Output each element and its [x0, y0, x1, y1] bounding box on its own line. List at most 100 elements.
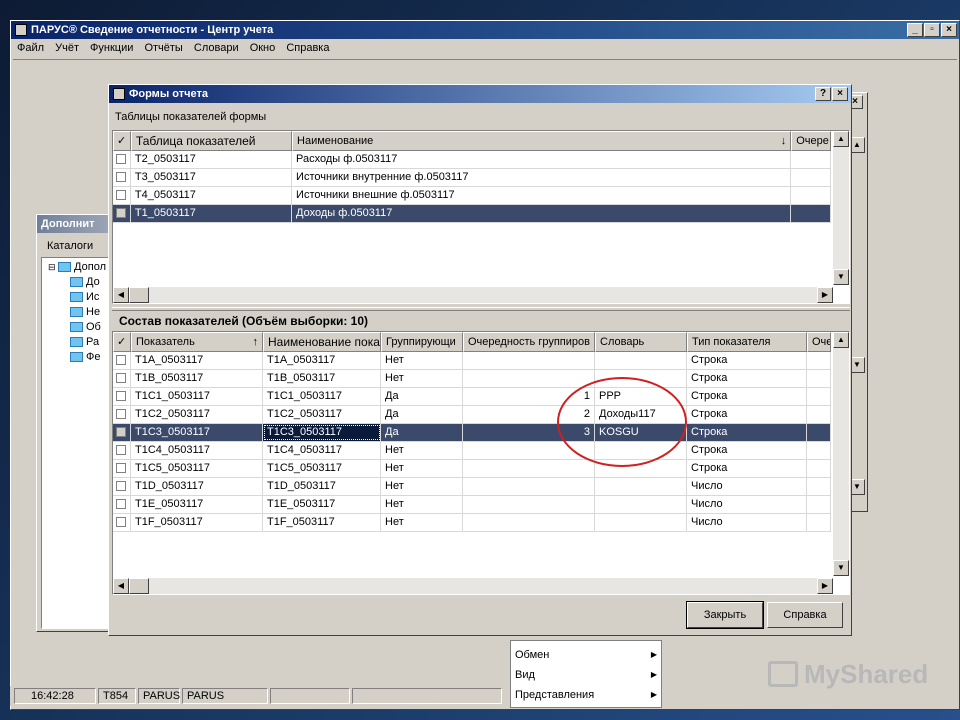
- scroll-left-icon[interactable]: ◀: [113, 287, 129, 303]
- catalog-window: Дополнит Каталоги ⊟ Допол До Ис Не Об Ра…: [36, 214, 116, 632]
- splitter[interactable]: [112, 307, 850, 311]
- report-forms-dialog: Формы отчета ? × Таблицы показателей фор…: [108, 84, 852, 636]
- tree-item[interactable]: Об: [48, 320, 114, 335]
- folder-icon: [58, 262, 72, 273]
- table-row[interactable]: T3_0503117 Источники внутренние ф.050311…: [113, 169, 831, 187]
- grid1-check-header[interactable]: ✓: [113, 131, 131, 151]
- row-checkbox[interactable]: [116, 373, 126, 384]
- table-row[interactable]: T1E_0503117 T1E_0503117 Нет Число: [113, 496, 831, 514]
- row-checkbox[interactable]: [116, 355, 126, 366]
- submenu-arrow-icon: ▶: [650, 650, 657, 659]
- row-checkbox[interactable]: [116, 517, 126, 528]
- grid2-col-order2[interactable]: Оче: [807, 332, 831, 352]
- minimize-button[interactable]: _: [907, 23, 923, 37]
- catalog-toolbar: Каталоги: [41, 237, 93, 255]
- close-button[interactable]: ×: [941, 23, 957, 37]
- row-checkbox[interactable]: [116, 481, 126, 492]
- folder-icon: [70, 352, 83, 363]
- menu-reports[interactable]: Отчёты: [140, 39, 186, 57]
- grid2-vscroll[interactable]: ▲ ▼: [833, 332, 849, 576]
- grid1-col-order[interactable]: Очере: [791, 131, 831, 151]
- grid2-col-dict[interactable]: Словарь: [595, 332, 687, 352]
- table-row[interactable]: T1B_0503117 T1B_0503117 Нет Строка: [113, 370, 831, 388]
- menu-functions[interactable]: Функции: [86, 39, 137, 57]
- catalogs-label[interactable]: Каталоги: [47, 240, 93, 252]
- table-row-selected[interactable]: T1_0503117 Доходы ф.0503117: [113, 205, 831, 223]
- status-db: PARUS: [182, 688, 268, 704]
- table-row-selected[interactable]: T1C3_0503117 T1C3_0503117 Да 3 KOSGU Строка: [113, 424, 831, 442]
- app-title: ПАРУС® Сведение отчетности - Центр учета: [31, 24, 274, 36]
- tree-root[interactable]: ⊟ Допол: [48, 260, 114, 275]
- table-row[interactable]: T1C5_0503117 T1C5_0503117 Нет Строка: [113, 460, 831, 478]
- status-empty: [270, 688, 350, 704]
- grid2-col-name[interactable]: Наименование пока: [263, 332, 381, 352]
- scroll-right-icon[interactable]: ▶: [817, 578, 833, 594]
- table-row[interactable]: T4_0503117 Источники внешние ф.0503117: [113, 187, 831, 205]
- scroll-up-icon[interactable]: ▲: [833, 332, 849, 348]
- help-button[interactable]: Справка: [767, 602, 843, 628]
- menu-help[interactable]: Справка: [282, 39, 333, 57]
- grid2-col-order[interactable]: Очередность группиров: [463, 332, 595, 352]
- folder-icon: [70, 337, 83, 348]
- grid1-header: ✓ Таблица показателей Наименование ↓ Очер…: [113, 131, 831, 151]
- tree-item[interactable]: Фе: [48, 350, 114, 365]
- tree-item[interactable]: До: [48, 275, 114, 290]
- grid1-hscroll[interactable]: ◀ ▶: [113, 287, 833, 303]
- tables-grid-frame: ✓ Таблица показателей Наименование ↓ Очер…: [112, 130, 850, 304]
- table-row[interactable]: T1C2_0503117 T1C2_0503117 Да 2 Доходы117 Стро…: [113, 406, 831, 424]
- menu-item-exchange[interactable]: Обмен ▶: [511, 645, 661, 665]
- app-icon: [15, 24, 27, 36]
- tree-item[interactable]: Ра: [48, 335, 114, 350]
- grid1-col-name[interactable]: Наименование ↓: [292, 131, 792, 151]
- dialog-titlebar: Формы отчета ? ×: [109, 85, 851, 103]
- submenu-arrow-icon: ▶: [650, 690, 657, 699]
- scroll-thumb[interactable]: [129, 287, 149, 303]
- row-checkbox[interactable]: [116, 172, 126, 183]
- row-checkbox[interactable]: [116, 190, 126, 201]
- close-dialog-button[interactable]: Закрыть: [686, 601, 764, 629]
- menu-item-views[interactable]: Представления ▶: [511, 685, 661, 705]
- menu-window[interactable]: Окно: [246, 39, 280, 57]
- table-row[interactable]: T1D_0503117 T1D_0503117 Нет Число: [113, 478, 831, 496]
- scroll-up-icon[interactable]: ▲: [833, 131, 849, 147]
- tree-item[interactable]: Ис: [48, 290, 114, 305]
- row-checkbox[interactable]: [116, 409, 126, 420]
- watermark: MyShared: [768, 656, 928, 692]
- main-titlebar: ПАРУС® Сведение отчетности - Центр учета…: [11, 21, 959, 39]
- scroll-right-icon[interactable]: ▶: [817, 287, 833, 303]
- grid1-col-table[interactable]: Таблица показателей: [130, 131, 293, 151]
- row-checkbox[interactable]: [116, 391, 126, 402]
- row-checkbox[interactable]: [116, 463, 126, 474]
- grid1-vscroll[interactable]: ▲ ▼: [833, 131, 849, 285]
- submenu-arrow-icon: ▶: [650, 670, 657, 679]
- grid2-col-grouping[interactable]: Группирующи: [381, 332, 463, 352]
- grid2-check-header[interactable]: ✓: [113, 332, 131, 352]
- scroll-down-icon[interactable]: ▼: [833, 560, 849, 576]
- menu-file[interactable]: Файл: [13, 39, 48, 57]
- scroll-down-icon[interactable]: ▼: [833, 269, 849, 285]
- restore-button[interactable]: ▫: [924, 23, 940, 37]
- row-checkbox[interactable]: [116, 445, 126, 456]
- table-row[interactable]: T2_0503117 Расходы ф.0503117: [113, 151, 831, 169]
- table-row[interactable]: T1C1_0503117 T1C1_0503117 Да 1 PPP Строка: [113, 388, 831, 406]
- help-icon[interactable]: ?: [815, 87, 831, 101]
- menu-dictionaries[interactable]: Словари: [190, 39, 243, 57]
- grid2-hscroll[interactable]: ◀ ▶: [113, 578, 833, 594]
- row-checkbox[interactable]: [116, 499, 126, 510]
- grid2-col-indicator[interactable]: Показатель ↑: [131, 332, 263, 352]
- row-checkbox[interactable]: [116, 427, 126, 438]
- scroll-thumb[interactable]: [129, 578, 149, 594]
- menu-accounting[interactable]: Учёт: [51, 39, 83, 57]
- table-row[interactable]: T1A_0503117 T1A_0503117 Нет Строка: [113, 352, 831, 370]
- menu-item-view[interactable]: Вид ▶: [511, 665, 661, 685]
- scroll-left-icon[interactable]: ◀: [113, 578, 129, 594]
- row-checkbox[interactable]: [116, 208, 126, 219]
- folder-icon: [70, 277, 83, 288]
- indicators-grid: ✓ Показатель ↑ Наименование пока Группиру…: [113, 332, 831, 576]
- row-checkbox[interactable]: [116, 154, 126, 165]
- close-icon[interactable]: ×: [832, 87, 848, 101]
- tree-item[interactable]: Не: [48, 305, 114, 320]
- table-row[interactable]: T1C4_0503117 T1C4_0503117 Нет Строка: [113, 442, 831, 460]
- grid2-col-type[interactable]: Тип показателя: [687, 332, 807, 352]
- table-row[interactable]: T1F_0503117 T1F_0503117 Нет Число: [113, 514, 831, 532]
